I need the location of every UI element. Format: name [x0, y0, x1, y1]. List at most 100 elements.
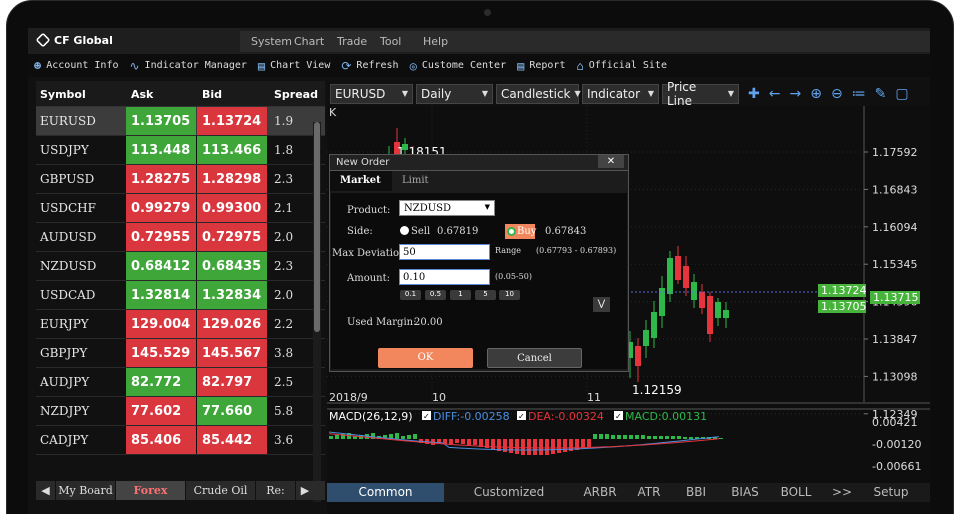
buy-radio[interactable] — [507, 227, 516, 236]
table-row[interactable]: EURJPY 129.004 129.026 2.2 — [36, 310, 325, 339]
menu-tool[interactable]: Tool — [369, 31, 412, 52]
bid-cell[interactable]: 85.442 — [197, 426, 267, 454]
tab-arbr[interactable]: ARBR — [574, 483, 626, 502]
toolbar-chart-view[interactable]: ▤ Chart View — [258, 59, 330, 73]
toolbar-account-info[interactable]: ☻ Account Info — [34, 59, 118, 73]
tab-re[interactable]: Re: — [256, 481, 296, 500]
indicator-select[interactable]: Indicator ▼ — [582, 83, 659, 104]
menu-chart[interactable]: Chart — [283, 31, 326, 52]
tab-common[interactable]: Common — [327, 483, 444, 502]
bid-cell[interactable]: 1.28298 — [197, 165, 267, 193]
draw-line-icon[interactable]: ≔ — [852, 86, 866, 102]
toolbar-refresh[interactable]: ⟳ Refresh — [341, 59, 398, 73]
quick-amount-10[interactable]: 10 — [499, 290, 520, 300]
chart-type-select[interactable]: Candlestick ▼ — [496, 83, 581, 104]
tab-scroll-left-icon[interactable]: ◀ — [36, 481, 56, 500]
table-row[interactable]: GBPJPY 145.529 145.567 3.8 — [36, 339, 325, 368]
table-row[interactable]: USDCAD 1.32814 1.32834 2.0 — [36, 281, 325, 310]
ask-cell[interactable]: 0.68412 — [126, 252, 196, 280]
bid-cell[interactable]: 77.660 — [197, 397, 267, 425]
tab-market[interactable]: Market — [330, 171, 392, 191]
ask-cell[interactable]: 145.529 — [126, 339, 196, 367]
bid-cell[interactable]: 1.32834 — [197, 281, 267, 309]
crosshair-icon[interactable]: ✚ — [748, 86, 760, 102]
symbol-select[interactable]: EURUSD ▼ — [330, 83, 413, 104]
tab-customized[interactable]: Customized — [444, 483, 574, 502]
ask-cell[interactable]: 1.13705 — [126, 107, 196, 135]
bid-cell[interactable]: 145.567 — [197, 339, 267, 367]
tab-boll[interactable]: BOLL — [770, 483, 822, 502]
header-ask[interactable]: Ask — [126, 81, 197, 106]
ask-cell[interactable]: 0.99279 — [126, 194, 196, 222]
tab-limit[interactable]: Limit — [392, 171, 454, 191]
table-row[interactable]: GBPUSD 1.28275 1.28298 2.3 — [36, 165, 325, 194]
toolbar-report[interactable]: ▤ Report — [517, 59, 565, 73]
tab-crude-oil[interactable]: Crude Oil — [186, 481, 256, 500]
expand-icon[interactable]: ▢ — [895, 86, 908, 102]
table-row[interactable]: USDJPY 113.448 113.466 1.8 — [36, 136, 325, 165]
table-row[interactable]: NZDJPY 77.602 77.660 5.8 — [36, 397, 325, 426]
bid-cell[interactable]: 0.99300 — [197, 194, 267, 222]
tab-more[interactable]: >> — [822, 483, 862, 502]
table-row[interactable]: USDCHF 0.99279 0.99300 2.1 — [36, 194, 325, 223]
header-symbol[interactable]: Symbol — [36, 81, 126, 106]
tab-bbi[interactable]: BBI — [672, 483, 720, 502]
toolbar-official-site[interactable]: ⌂ Official Site — [576, 59, 667, 73]
toolbar-custome-center[interactable]: ◎ Custome Center — [410, 59, 507, 73]
quick-amount-1[interactable]: 1 — [450, 290, 471, 300]
table-row[interactable]: NZDUSD 0.68412 0.68435 2.3 — [36, 252, 325, 281]
tab-my-board[interactable]: My Board — [56, 481, 116, 500]
tab-forex[interactable]: Forex — [116, 481, 186, 500]
ask-cell[interactable]: 1.32814 — [126, 281, 196, 309]
bid-cell[interactable]: 82.797 — [197, 368, 267, 396]
price-line-select[interactable]: Price Line ▼ — [662, 80, 739, 108]
bid-cell[interactable]: 129.026 — [197, 310, 267, 338]
header-bid[interactable]: Bid — [197, 81, 268, 106]
product-select[interactable]: NZDUSD ▼ — [399, 200, 495, 216]
ok-button[interactable]: OK — [378, 348, 473, 368]
table-row[interactable]: CADJPY 85.406 85.442 3.6 — [36, 426, 325, 455]
bid-cell[interactable]: 0.72975 — [197, 223, 267, 251]
spread-cell: 2.1 — [274, 201, 294, 215]
quick-amount-0-5[interactable]: 0.5 — [425, 290, 446, 300]
quick-amount-5[interactable]: 5 — [475, 290, 496, 300]
tab-scroll-right-icon[interactable]: ▶ — [296, 481, 314, 500]
cancel-button[interactable]: Cancel — [487, 348, 582, 368]
pencil-icon[interactable]: ✎ — [875, 86, 887, 102]
bid-cell[interactable]: 0.68435 — [197, 252, 267, 280]
amount-input[interactable]: 0.10 — [399, 269, 490, 285]
expand-down-icon[interactable]: ⋁ — [593, 297, 610, 312]
tab-atr[interactable]: ATR — [626, 483, 672, 502]
close-icon[interactable]: ✕ — [598, 155, 624, 168]
ask-cell[interactable]: 113.448 — [126, 136, 196, 164]
arrow-right-icon[interactable]: → — [789, 86, 801, 102]
ask-cell[interactable]: 85.406 — [126, 426, 196, 454]
table-row[interactable]: AUDUSD 0.72955 0.72975 2.0 — [36, 223, 325, 252]
max-deviation-input[interactable]: 50 — [399, 244, 490, 260]
table-row[interactable]: AUDJPY 82.772 82.797 2.5 — [36, 368, 325, 397]
arrow-left-icon[interactable]: ← — [769, 86, 781, 102]
tab-bias[interactable]: BIAS — [720, 483, 770, 502]
toolbar-indicator-manager[interactable]: ∿ Indicator Manager — [129, 59, 246, 73]
scroll-thumb[interactable] — [314, 122, 320, 332]
sell-radio[interactable] — [400, 226, 409, 235]
vertical-scrollbar[interactable] — [313, 122, 321, 502]
ask-cell[interactable]: 129.004 — [126, 310, 196, 338]
ask-cell[interactable]: 0.72955 — [126, 223, 196, 251]
period-select[interactable]: Daily ▼ — [416, 83, 493, 104]
bid-cell[interactable]: 113.466 — [197, 136, 267, 164]
ask-cell[interactable]: 1.28275 — [126, 165, 196, 193]
header-spread[interactable]: Spread — [268, 81, 318, 106]
ask-cell[interactable]: 77.602 — [126, 397, 196, 425]
ask-cell[interactable]: 82.772 — [126, 368, 196, 396]
bid-cell[interactable]: 1.13724 — [197, 107, 267, 135]
menu-trade[interactable]: Trade — [326, 31, 369, 52]
quick-amount-0-1[interactable]: 0.1 — [400, 290, 421, 300]
zoom-out-icon[interactable]: ⊖ — [831, 86, 843, 102]
table-row[interactable]: EURUSD 1.13705 1.13724 1.9 — [36, 107, 325, 136]
menu-help[interactable]: Help — [412, 31, 455, 52]
zoom-in-icon[interactable]: ⊕ — [810, 86, 822, 102]
tab-setup[interactable]: Setup — [862, 483, 920, 502]
dialog-tabs: Market Limit — [330, 171, 628, 191]
menu-system[interactable]: System — [240, 31, 292, 52]
